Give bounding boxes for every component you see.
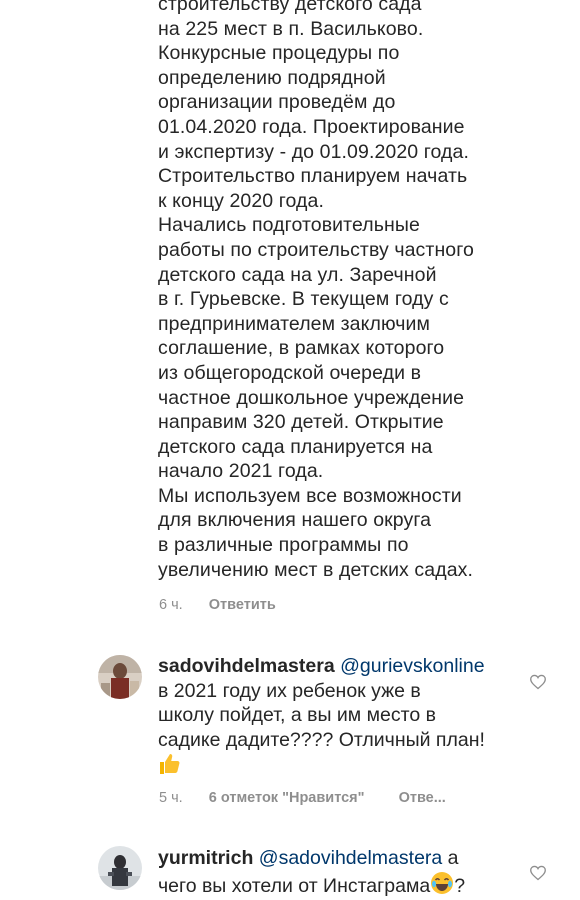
reply-line: Начались подготовительные <box>158 214 420 237</box>
avatar-sadovihdelmastera[interactable] <box>98 655 142 699</box>
comment-username[interactable]: sadovihdelmastera <box>158 655 335 677</box>
comment-meta: 5 ч. 6 отметок "Нравится" Отве... <box>159 790 446 806</box>
comment-sadovihdelmastera: sadovihdelmastera @gurievskonline в 2021… <box>158 654 528 780</box>
comment-mention[interactable]: @gurievskonline <box>340 655 484 677</box>
reply-line: детского сада на ул. Заречной <box>158 263 437 286</box>
reply-line: организации проведём до <box>158 91 396 114</box>
reply-line: увеличению мест в детских садах. <box>158 558 474 581</box>
comment-line: ? <box>454 874 466 897</box>
reply-line: детского сада планируется на <box>158 435 433 458</box>
laughing-emoji <box>431 871 454 894</box>
heart-icon[interactable] <box>529 674 547 690</box>
reply-line: из общегородской очереди в <box>158 361 422 384</box>
reply-line: Строительство планируем начать <box>158 165 468 188</box>
likes-count[interactable]: 6 отметок "Нравится" <box>209 790 365 806</box>
reply-button[interactable]: Отве... <box>399 790 446 806</box>
comment-line: а <box>442 847 459 869</box>
comment-line: школу пойдет, а вы им место в <box>158 704 436 727</box>
reply-line: Конкурсные процедуры по <box>158 42 400 65</box>
reply-time: 6 ч. <box>159 597 183 613</box>
reply-line: предпринимателем заключим <box>158 312 431 335</box>
reply-line: на 225 мест в п. Васильково. <box>158 17 424 40</box>
comment-time: 5 ч. <box>159 790 183 806</box>
reply-line: для включения нашего округа <box>158 509 432 532</box>
comment-line: садике дадите???? Отличный план! <box>158 728 485 751</box>
reply-line: направим 320 детей. Открытие <box>158 411 444 434</box>
reply-line: Мы используем все возможности <box>158 484 462 507</box>
comment-yurmitrich: yurmitrich @sadovihdelmastera а чего вы … <box>158 846 528 898</box>
reply-line: начало 2021 года. <box>158 460 324 483</box>
avatar-yurmitrich[interactable] <box>98 846 142 890</box>
thumbs-up-emoji <box>160 754 180 775</box>
reply-line: строительству детского сада <box>158 0 422 15</box>
reply-text: строительству детского сада на 225 мест … <box>158 0 518 582</box>
reply-line: работы по строительству частного <box>158 238 474 261</box>
reply-line: определению подрядной <box>158 66 386 89</box>
heart-icon[interactable] <box>529 865 547 881</box>
reply-meta: 6 ч. Ответить <box>159 597 276 613</box>
reply-line: частное дошкольное учреждение <box>158 386 465 409</box>
comment-username[interactable]: yurmitrich <box>158 847 253 869</box>
reply-line: в различные программы по <box>158 534 409 557</box>
reply-line: в г. Гурьевске. В текущем году с <box>158 288 449 311</box>
comment-line: чего вы хотели от Инстаграма <box>158 874 431 897</box>
comment-line: в 2021 году их ребенок уже в <box>158 679 421 702</box>
reply-line: к концу 2020 года. <box>158 189 324 212</box>
reply-line: 01.04.2020 года. Проектирование <box>158 115 465 138</box>
reply-button[interactable]: Ответить <box>209 597 276 613</box>
reply-line: и экспертизу - до 01.09.2020 года. <box>158 140 470 163</box>
reply-line: соглашение, в рамках которого <box>158 337 445 360</box>
comment-mention[interactable]: @sadovihdelmastera <box>259 847 442 869</box>
